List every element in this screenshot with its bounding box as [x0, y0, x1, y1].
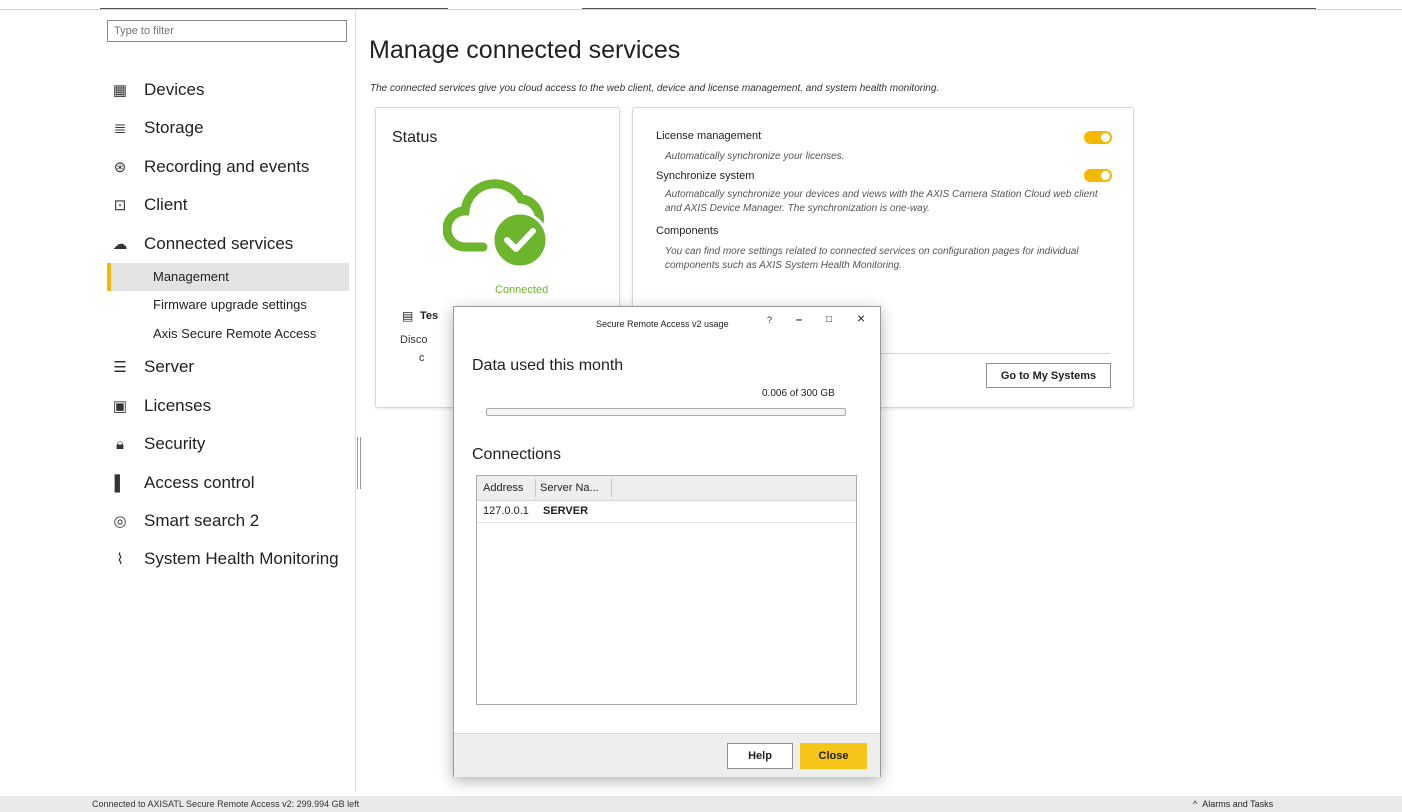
license-management-desc: Automatically synchronize your licenses.	[665, 151, 845, 162]
usage-progress-bar	[486, 408, 846, 416]
sidebar-item-label: Recording and events	[144, 157, 310, 176]
synchronize-system-toggle[interactable]	[1084, 169, 1112, 182]
connection-status: Connected	[495, 284, 549, 296]
alarms-and-tasks-label: Alarms and Tasks	[1202, 799, 1274, 809]
sidebar-item-label: Security	[144, 434, 206, 453]
components-desc: You can find more settings related to co…	[665, 246, 1079, 271]
maximize-icon[interactable]: □	[826, 314, 832, 325]
usage-text: 0.006 of 300 GB	[762, 388, 835, 399]
sidebar-item-label: System Health Monitoring	[144, 549, 339, 568]
sidebar-subitem-secure-remote-access[interactable]: Axis Secure Remote Access	[107, 320, 349, 348]
sidebar-item-label: Client	[144, 195, 188, 214]
sidebar-item-label: Licenses	[144, 396, 212, 415]
top-tab-indicator	[100, 8, 448, 9]
synchronize-system-desc: Automatically synchronize your devices a…	[665, 189, 1098, 214]
sidebar-item-smart-search[interactable]: ◎ Smart search 2	[110, 511, 350, 531]
sidebar-item-label: Devices	[144, 80, 205, 99]
devices-icon: ▦	[112, 82, 128, 99]
door-icon: ▌	[114, 474, 126, 492]
table-row[interactable]: 127.0.0.1 SERVER	[477, 500, 856, 523]
settings-divider	[870, 353, 1110, 354]
close-button[interactable]: Close	[800, 743, 867, 769]
dialog-title-bar[interactable]: Secure Remote Access v2 usage ? – □ ×	[454, 307, 880, 337]
filter-input[interactable]	[107, 20, 347, 42]
sidebar-item-system-health[interactable]: ⌇ System Health Monitoring	[110, 549, 350, 569]
sidebar-subitem-firmware[interactable]: Firmware upgrade settings	[107, 291, 349, 319]
sidebar-item-label: Storage	[144, 118, 204, 137]
status-title: Status	[392, 129, 438, 146]
test-connection-label[interactable]: Tes	[420, 310, 438, 322]
help-icon[interactable]: ?	[767, 315, 772, 325]
sidebar-item-label: Connected services	[144, 234, 294, 253]
sidebar-item-security[interactable]: 🔒︎ Security	[110, 434, 350, 454]
disconnect-label[interactable]: Disco	[400, 334, 428, 346]
column-header-address[interactable]: Address	[483, 482, 523, 494]
sidebar-item-access-control[interactable]: ▌ Access control	[110, 473, 350, 493]
status-bar: Connected to AXISATL Secure Remote Acces…	[0, 796, 1402, 812]
data-used-heading: Data used this month	[472, 357, 624, 374]
recording-icon: ⊛	[113, 159, 127, 176]
test-icon: ▤	[402, 309, 414, 323]
top-tab-indicator-right	[582, 8, 1316, 9]
dialog-footer: Help Close	[454, 733, 880, 777]
sidebar-subitem-management[interactable]: Management	[107, 263, 349, 291]
sidebar-item-label: Server	[144, 357, 195, 376]
license-management-label: License management	[656, 130, 762, 142]
server-icon: ☰	[113, 359, 127, 376]
pulse-icon: ⌇	[116, 551, 124, 568]
connections-heading: Connections	[472, 446, 561, 463]
alarms-and-tasks-toggle[interactable]: ^ Alarms and Tasks	[1193, 799, 1273, 809]
sidebar-item-licenses[interactable]: ▣ Licenses	[110, 396, 350, 416]
sidebar-item-storage[interactable]: ≣ Storage	[110, 118, 350, 138]
storage-icon: ≣	[113, 120, 127, 137]
cell-server-name: SERVER	[543, 505, 589, 517]
status-extra-text: c	[419, 352, 425, 364]
go-to-my-systems-button[interactable]: Go to My Systems	[986, 363, 1111, 388]
column-header-server-name[interactable]: Server Na...	[540, 482, 599, 494]
minimize-icon[interactable]: –	[796, 314, 802, 326]
sidebar-item-client[interactable]: ⊡ Client	[110, 195, 350, 215]
help-button[interactable]: Help	[727, 743, 793, 769]
page-description: The connected services give you cloud ac…	[370, 83, 940, 94]
components-label: Components	[656, 225, 719, 237]
column-separator[interactable]	[535, 479, 536, 497]
cloud-connected-icon	[443, 179, 549, 269]
sidebar-item-label: Access control	[144, 473, 255, 492]
usage-dialog: Secure Remote Access v2 usage ? – □ × Da…	[453, 306, 881, 777]
sidebar-item-devices[interactable]: ▦ Devices	[110, 80, 350, 100]
licenses-icon: ▣	[112, 398, 128, 415]
close-icon[interactable]: ×	[857, 310, 865, 326]
page-title: Manage connected services	[369, 36, 681, 64]
client-icon: ⊡	[113, 197, 127, 214]
sidebar-item-server[interactable]: ☰ Server	[110, 357, 350, 377]
dialog-title: Secure Remote Access v2 usage	[596, 319, 729, 329]
license-management-toggle[interactable]	[1084, 131, 1112, 144]
sidebar-item-connected-services[interactable]: ☁ Connected services	[110, 234, 350, 254]
synchronize-system-label: Synchronize system	[656, 170, 755, 182]
smart-search-icon: ◎	[113, 513, 127, 530]
cell-address: 127.0.0.1	[483, 505, 529, 517]
sidebar-item-label: Smart search 2	[144, 511, 260, 530]
sidebar-item-recording[interactable]: ⊛ Recording and events	[110, 157, 350, 177]
cloud-icon: ☁	[112, 236, 128, 253]
connections-table: Address Server Na... 127.0.0.1 SERVER	[476, 475, 857, 705]
chevron-up-icon: ^	[1193, 799, 1198, 809]
status-bar-text: Connected to AXISATL Secure Remote Acces…	[92, 799, 360, 809]
lock-icon: 🔒︎	[116, 435, 124, 453]
column-separator[interactable]	[611, 479, 612, 497]
panel-splitter[interactable]	[357, 437, 361, 489]
table-header: Address Server Na...	[477, 476, 856, 501]
